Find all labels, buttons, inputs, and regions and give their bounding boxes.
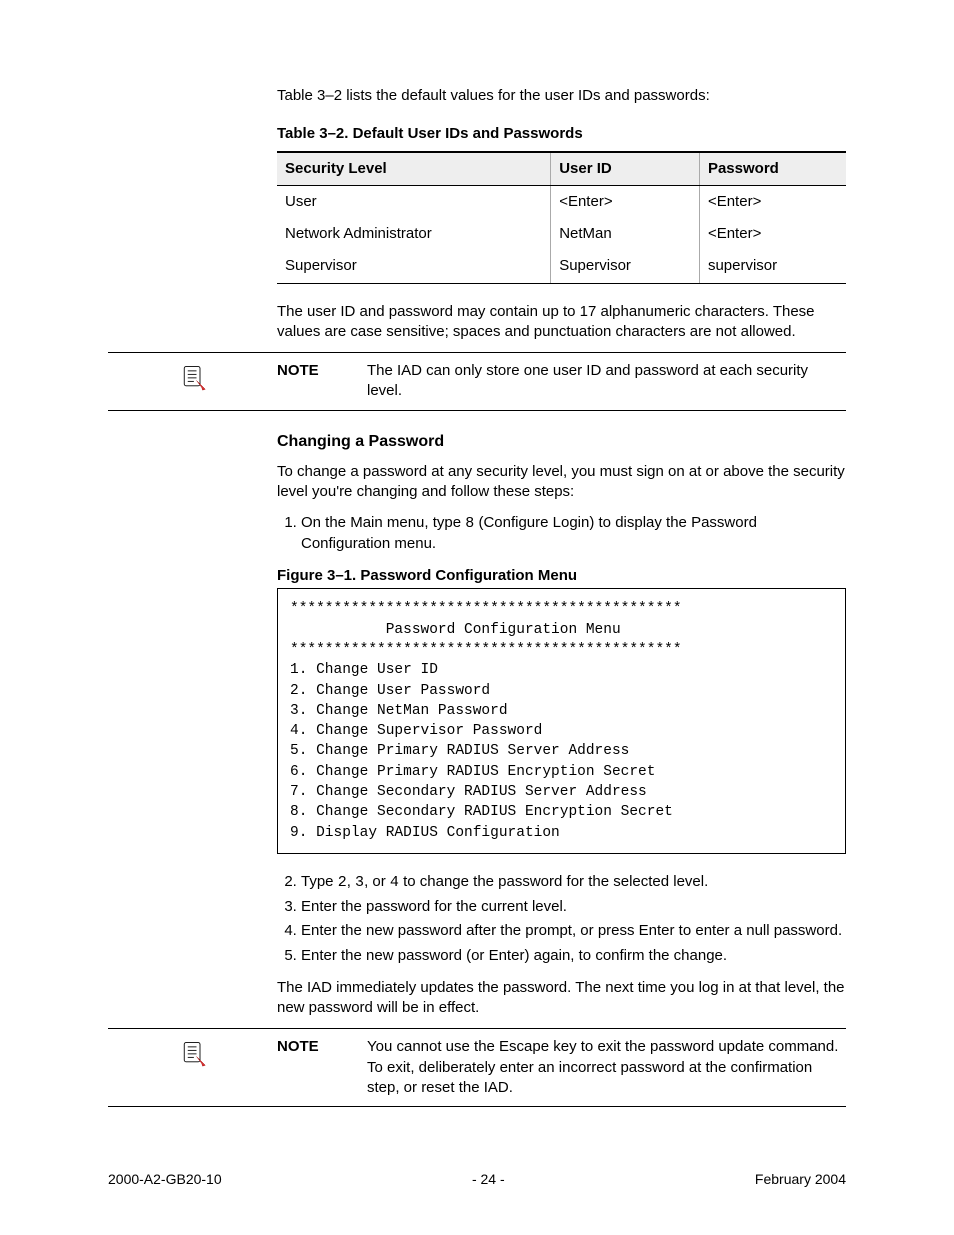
note-block: NOTE You cannot use the Escape key to ex…: [108, 1028, 846, 1107]
inline-code: 3: [355, 874, 364, 891]
list-item: Enter the new password after the prompt,…: [301, 921, 846, 941]
inline-code: 8: [465, 515, 474, 532]
step-text: Type: [301, 873, 338, 890]
steps-list-1: On the Main menu, type 8 (Configure Logi…: [277, 513, 846, 555]
list-item: On the Main menu, type 8 (Configure Logi…: [301, 513, 846, 555]
step-text: to change the password for the selected …: [399, 873, 708, 890]
intro-paragraph: Table 3–2 lists the default values for t…: [277, 86, 846, 106]
note-block: NOTE The IAD can only store one user ID …: [108, 352, 846, 411]
table-header: User ID: [551, 152, 700, 186]
after-table-paragraph: The user ID and password may contain up …: [277, 302, 846, 343]
section-heading: Changing a Password: [277, 431, 846, 453]
note-label: NOTE: [277, 1037, 367, 1057]
table-row: User <Enter> <Enter>: [277, 185, 846, 218]
note-text: You cannot use the Escape key to exit th…: [367, 1037, 846, 1098]
table-cell: supervisor: [699, 250, 846, 283]
step-text: , or: [364, 873, 390, 890]
step-text: On the Main menu, type: [301, 514, 465, 531]
steps-list-2: Type 2, 3, or 4 to change the password f…: [277, 872, 846, 966]
table-cell: User: [277, 185, 551, 218]
step-text: ,: [347, 873, 355, 890]
page-footer: 2000-A2-GB20-10 - 24 - February 2004: [108, 1170, 846, 1189]
table-cell: NetMan: [551, 218, 700, 250]
list-item: Enter the new password (or Enter) again,…: [301, 946, 846, 966]
section-intro: To change a password at any security lev…: [277, 462, 846, 503]
inline-code: 2: [338, 874, 347, 891]
table-cell: <Enter>: [699, 218, 846, 250]
footer-right: February 2004: [755, 1170, 846, 1189]
table-row: Supervisor Supervisor supervisor: [277, 250, 846, 283]
note-label: NOTE: [277, 361, 367, 381]
table-cell: Network Administrator: [277, 218, 551, 250]
terminal-output: ****************************************…: [277, 589, 846, 854]
table-header: Security Level: [277, 152, 551, 186]
note-icon: [179, 363, 207, 391]
footer-center: - 24 -: [472, 1170, 505, 1189]
table-header: Password: [699, 152, 846, 186]
defaults-table: Security Level User ID Password User <En…: [277, 151, 846, 284]
inline-code: 4: [390, 874, 399, 891]
table-cell: Supervisor: [277, 250, 551, 283]
after-steps-paragraph: The IAD immediately updates the password…: [277, 978, 846, 1019]
note-text: The IAD can only store one user ID and p…: [367, 361, 846, 402]
footer-left: 2000-A2-GB20-10: [108, 1170, 222, 1189]
list-item: Enter the password for the current level…: [301, 897, 846, 917]
table-cell: Supervisor: [551, 250, 700, 283]
note-icon: [179, 1039, 207, 1067]
table-cell: <Enter>: [551, 185, 700, 218]
table-cell: <Enter>: [699, 185, 846, 218]
list-item: Type 2, 3, or 4 to change the password f…: [301, 872, 846, 893]
table-row: Network Administrator NetMan <Enter>: [277, 218, 846, 250]
figure-caption: Figure 3–1. Password Configuration Menu: [277, 566, 846, 589]
table-caption: Table 3–2. Default User IDs and Password…: [277, 124, 846, 144]
